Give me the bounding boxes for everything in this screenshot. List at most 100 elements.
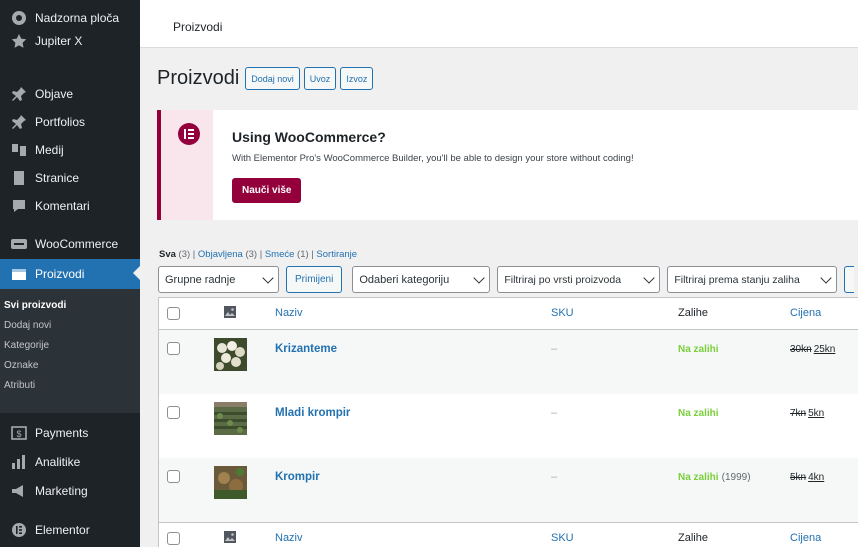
add-new-button[interactable]: Dodaj novi <box>245 67 300 90</box>
menu-item-jupiter[interactable]: Jupiter X <box>0 29 140 53</box>
regular-price: 30kn <box>790 344 812 355</box>
product-name-link[interactable]: Mladi krompir <box>275 407 350 419</box>
category-select[interactable]: Odaberi kategoriju <box>352 266 491 293</box>
sale-price: 5kn <box>808 408 825 419</box>
category-value: Odaberi kategoriju <box>359 273 450 286</box>
filter-button-partial[interactable] <box>844 266 855 293</box>
view-sort[interactable]: Sortiranje <box>316 249 357 260</box>
column-price[interactable]: Cijena <box>790 307 821 319</box>
select-all-checkbox[interactable] <box>167 307 180 320</box>
table-row: Mladi krompir – Na zalihi 7kn 5kn <box>159 394 858 458</box>
admin-sidebar: Nadzorna ploča Jupiter X Objave Portfoli… <box>0 0 140 547</box>
menu-label: Medij <box>35 143 64 157</box>
woo-icon <box>10 236 27 253</box>
menu-item-dashboard[interactable]: Nadzorna ploča <box>0 6 140 29</box>
products-submenu: Svi proizvodi Dodaj novi Kategorije Ozna… <box>0 289 140 413</box>
column-stock: Zalihe <box>678 532 708 544</box>
view-published[interactable]: Objavljena <box>198 249 243 260</box>
menu-item-payments[interactable]: $ Payments <box>0 419 140 447</box>
svg-text:$: $ <box>16 429 21 439</box>
column-sku[interactable]: SKU <box>551 307 574 319</box>
submenu-categories[interactable]: Kategorije <box>0 335 140 355</box>
table-footer: Naziv SKU Zalihe Cijena <box>159 522 858 547</box>
select-all-checkbox[interactable] <box>167 532 180 545</box>
product-sku: – <box>551 407 558 419</box>
menu-item-woocommerce[interactable]: WooCommerce <box>0 230 140 258</box>
column-name[interactable]: Naziv <box>275 307 303 319</box>
product-sku: – <box>551 471 558 483</box>
marketing-icon <box>10 483 27 500</box>
notice-text: With Elementor Pro's WooCommerce Builder… <box>232 153 634 164</box>
regular-price: 5kn <box>790 472 807 483</box>
menu-label: Objave <box>35 87 74 101</box>
product-type-value: Filtriraj po vrsti proizvoda <box>504 273 622 286</box>
regular-price: 7kn <box>790 408 807 419</box>
menu-label: Jupiter X <box>35 34 83 48</box>
apply-button[interactable]: Primijeni <box>286 266 343 293</box>
import-button[interactable]: Uvoz <box>303 67 337 90</box>
menu-label: Komentari <box>35 199 90 213</box>
menu-item-media[interactable]: Medij <box>0 136 140 164</box>
export-button[interactable]: Izvoz <box>340 67 374 90</box>
elementor-icon <box>10 522 27 539</box>
menu-item-pages[interactable]: Stranice <box>0 164 140 192</box>
payments-icon: $ <box>10 425 27 442</box>
submenu-all-products[interactable]: Svi proizvodi <box>0 295 140 315</box>
row-checkbox[interactable] <box>167 342 180 355</box>
notice-title: Using WooCommerce? <box>232 129 386 145</box>
submenu-tags[interactable]: Oznake <box>0 355 140 375</box>
pin-icon <box>10 86 27 103</box>
product-sku: – <box>551 343 558 355</box>
view-trash[interactable]: Smeće <box>265 249 295 260</box>
menu-item-analytics[interactable]: Analitike <box>0 448 140 476</box>
menu-item-comments[interactable]: Komentari <box>0 192 140 220</box>
menu-item-elementor[interactable]: Elementor <box>0 516 140 544</box>
column-name[interactable]: Naziv <box>275 532 303 544</box>
image-icon <box>224 306 236 318</box>
column-stock: Zalihe <box>678 307 708 319</box>
menu-item-posts[interactable]: Objave <box>0 80 140 108</box>
top-header: Proizvodi <box>140 0 858 48</box>
page-icon <box>10 170 27 187</box>
sale-price: 4kn <box>808 472 825 483</box>
menu-label: Nadzorna ploča <box>35 10 120 25</box>
price-cell: 5kn 4kn <box>790 471 824 483</box>
column-price[interactable]: Cijena <box>790 532 821 544</box>
stock-cell: Na zalihi <box>678 343 719 355</box>
submenu-add-new[interactable]: Dodaj novi <box>0 315 140 335</box>
table-row: Krompir – Na zalihi (1999) 5kn 4kn <box>159 458 858 522</box>
dashboard-icon <box>10 9 27 26</box>
filter-bar: Grupne radnje Primijeni Odaberi kategori… <box>158 266 855 293</box>
product-name-link[interactable]: Krizanteme <box>275 343 337 355</box>
product-type-select[interactable]: Filtriraj po vrsti proizvoda <box>497 266 661 293</box>
product-name-link[interactable]: Krompir <box>275 471 320 483</box>
elementor-logo-icon <box>178 123 200 145</box>
product-thumbnail[interactable] <box>214 466 247 499</box>
menu-label: WooCommerce <box>35 237 119 251</box>
page-heading: Proizvodi Dodaj novi Uvoz Izvoz <box>157 67 377 90</box>
menu-label: Payments <box>35 426 89 440</box>
menu-item-portfolios[interactable]: Portfolios <box>0 108 140 136</box>
column-sku[interactable]: SKU <box>551 532 574 544</box>
row-checkbox[interactable] <box>167 470 180 483</box>
stock-status-select[interactable]: Filtriraj prema stanju zaliha <box>667 266 838 293</box>
image-icon <box>224 531 236 543</box>
chevron-down-icon <box>643 271 656 284</box>
menu-item-marketing[interactable]: Marketing <box>0 477 140 505</box>
row-checkbox[interactable] <box>167 406 180 419</box>
product-thumbnail[interactable] <box>214 402 247 435</box>
menu-item-products[interactable]: Proizvodi <box>0 259 140 289</box>
view-all[interactable]: Sva <box>159 249 176 260</box>
learn-more-button[interactable]: Nauči više <box>232 178 302 203</box>
stock-status: Na zalihi <box>678 408 719 419</box>
submenu-attributes[interactable]: Atributi <box>0 375 140 395</box>
stock-count: (1999) <box>721 472 751 483</box>
chevron-down-icon <box>262 271 274 284</box>
breadcrumb: Proizvodi <box>173 20 223 34</box>
analytics-icon <box>10 454 27 471</box>
page-title: Proizvodi <box>157 67 240 89</box>
menu-label: Analitike <box>35 455 81 469</box>
bulk-actions-select[interactable]: Grupne radnje <box>158 266 279 293</box>
product-thumbnail[interactable] <box>214 338 247 371</box>
menu-label: Stranice <box>35 171 80 185</box>
